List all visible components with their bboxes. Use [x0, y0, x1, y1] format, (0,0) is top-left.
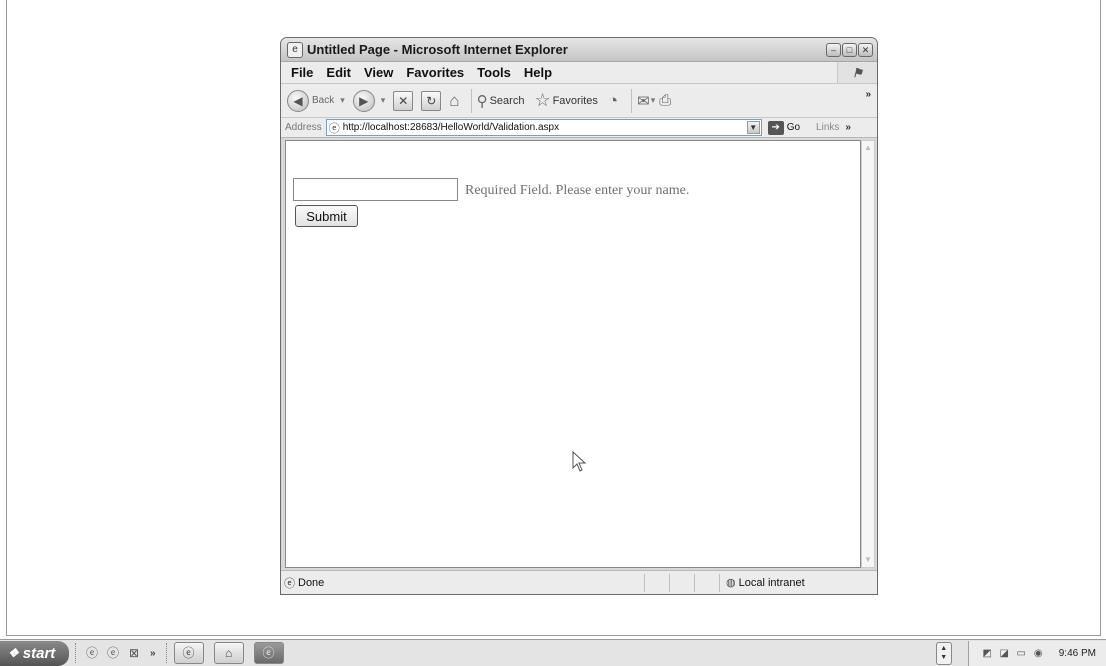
- address-input[interactable]: ⓔ http://localhost:28683/HelloWorld/Vali…: [325, 119, 762, 136]
- favorites-button-label[interactable]: Favorites: [553, 95, 598, 107]
- taskbar: ❖ start ⓔ ⓔ ⊠ » ⓔ ⌂ ⓔ ▲ ▼ ◩ ◪ ▭ ◉ 9:46 P…: [0, 639, 1106, 666]
- status-text: Done: [298, 576, 325, 589]
- vertical-scrollbar[interactable]: ▲ ▼: [861, 140, 875, 568]
- tray-network-icon[interactable]: ◪: [998, 647, 1011, 660]
- page-viewport: [285, 140, 861, 568]
- search-button-label[interactable]: Search: [490, 95, 525, 107]
- status-pane: [644, 573, 669, 592]
- menu-help[interactable]: Help: [524, 65, 552, 80]
- scroll-up-icon[interactable]: ▲: [940, 644, 947, 653]
- tray-scroll-control[interactable]: ▲ ▼: [935, 641, 952, 665]
- address-url[interactable]: http://localhost:28683/HelloWorld/Valida…: [343, 122, 559, 133]
- windows-logo-icon: ❖: [8, 646, 19, 660]
- submit-button[interactable]: Submit: [295, 205, 358, 227]
- forward-dropdown-icon[interactable]: ▾: [381, 95, 386, 106]
- window-title: Untitled Page - Microsoft Internet Explo…: [307, 42, 568, 57]
- system-tray: ◩ ◪ ▭ ◉ 9:46 PM: [967, 640, 1106, 666]
- window-controls: – □ ✕: [826, 42, 873, 57]
- standard-toolbar: ◀ Back ▾ ▶ ▾ ✕ ↻ ⌂ ⚲ Search ☆ Favorites …: [281, 84, 877, 118]
- quick-launch-grip[interactable]: [75, 643, 77, 663]
- back-arrow-icon[interactable]: ◀: [287, 89, 309, 112]
- favorites-star-icon[interactable]: ☆: [534, 90, 550, 111]
- status-pane: [669, 573, 694, 592]
- scroll-down-icon[interactable]: ▼: [940, 653, 947, 662]
- refresh-icon[interactable]: ↻: [421, 90, 442, 111]
- security-zone: ◍ Local intranet: [719, 573, 877, 592]
- mail-icon[interactable]: ✉: [637, 92, 650, 110]
- start-label: start: [22, 644, 56, 662]
- mail-dropdown-icon[interactable]: ▾: [651, 95, 656, 106]
- close-button[interactable]: ✕: [858, 42, 873, 57]
- required-field-validator: Required Field. Please enter your name.: [465, 183, 690, 198]
- print-icon[interactable]: ⎙: [659, 92, 671, 109]
- ie-alt-quick-launch-icon[interactable]: ⓔ: [104, 644, 122, 662]
- windows-logo-icon: ⚑: [837, 62, 877, 83]
- menu-tools[interactable]: Tools: [477, 65, 511, 80]
- task-active-window-icon[interactable]: ⓔ: [253, 642, 284, 664]
- back-button-label[interactable]: Back: [312, 95, 334, 106]
- menu-view[interactable]: View: [364, 65, 393, 80]
- ie-page-icon: ⓔ: [328, 122, 340, 135]
- status-panes: ◍ Local intranet: [644, 571, 877, 594]
- zone-text: Local intranet: [738, 576, 805, 589]
- ie-window: e Untitled Page - Microsoft Internet Exp…: [280, 37, 878, 595]
- links-chevron-icon[interactable]: »: [845, 122, 851, 133]
- address-bar: Address ⓔ http://localhost:28683/HelloWo…: [281, 118, 877, 138]
- start-button[interactable]: ❖ start: [0, 640, 69, 666]
- ie-page-icon: e: [287, 41, 303, 58]
- menu-favorites[interactable]: Favorites: [406, 65, 464, 80]
- links-label[interactable]: Links: [816, 122, 839, 133]
- quick-launch-chevron-icon[interactable]: »: [150, 648, 156, 659]
- status-bar: ⓔ Done ◍ Local intranet: [281, 570, 877, 594]
- task-ie-window-icon[interactable]: ⓔ: [173, 642, 204, 664]
- tray-display-icon[interactable]: ▭: [1015, 647, 1028, 660]
- go-button-label[interactable]: Go: [787, 122, 800, 133]
- taskbar-grip[interactable]: [165, 643, 168, 663]
- address-label: Address: [285, 122, 322, 133]
- ie-page-icon: ⓔ: [284, 577, 295, 590]
- title-bar[interactable]: e Untitled Page - Microsoft Internet Exp…: [281, 38, 877, 62]
- tray-volume-icon[interactable]: ◉: [1032, 647, 1045, 660]
- scroll-up-icon[interactable]: ▲: [862, 141, 874, 155]
- tray-app-icon[interactable]: ◩: [981, 647, 994, 660]
- stop-icon[interactable]: ✕: [393, 90, 414, 111]
- forward-arrow-icon[interactable]: ▶: [352, 89, 375, 112]
- toolbar-chevron-icon[interactable]: »: [865, 89, 871, 100]
- name-input[interactable]: [293, 178, 458, 201]
- intranet-globe-icon: ◍: [726, 577, 736, 589]
- menu-edit[interactable]: Edit: [326, 65, 351, 80]
- go-arrow-icon[interactable]: ➔: [767, 120, 784, 135]
- desktop: e Untitled Page - Microsoft Internet Exp…: [0, 0, 1106, 666]
- menu-file[interactable]: File: [291, 65, 313, 80]
- search-icon[interactable]: ⚲: [477, 92, 488, 110]
- history-icon[interactable]: ◔: [608, 91, 618, 111]
- mouse-cursor-icon: [572, 451, 587, 472]
- chevron-down-icon[interactable]: ▼: [746, 121, 760, 134]
- task-folder-icon[interactable]: ⌂: [213, 642, 244, 664]
- maximize-button[interactable]: □: [842, 42, 857, 57]
- home-icon[interactable]: ⌂: [449, 91, 459, 111]
- back-dropdown-icon[interactable]: ▾: [340, 95, 345, 106]
- toolbar-separator: [470, 88, 472, 113]
- toolbar-separator: [631, 88, 633, 113]
- menu-bar: File Edit View Favorites Tools Help ⚑: [281, 62, 877, 84]
- ie-quick-launch-icon[interactable]: ⓔ: [83, 644, 101, 662]
- scroll-down-icon[interactable]: ▼: [862, 553, 874, 567]
- status-pane: [694, 573, 719, 592]
- minimize-button[interactable]: –: [826, 42, 841, 57]
- clock[interactable]: 9:46 PM: [1059, 648, 1096, 659]
- show-desktop-icon[interactable]: ⊠: [125, 644, 143, 662]
